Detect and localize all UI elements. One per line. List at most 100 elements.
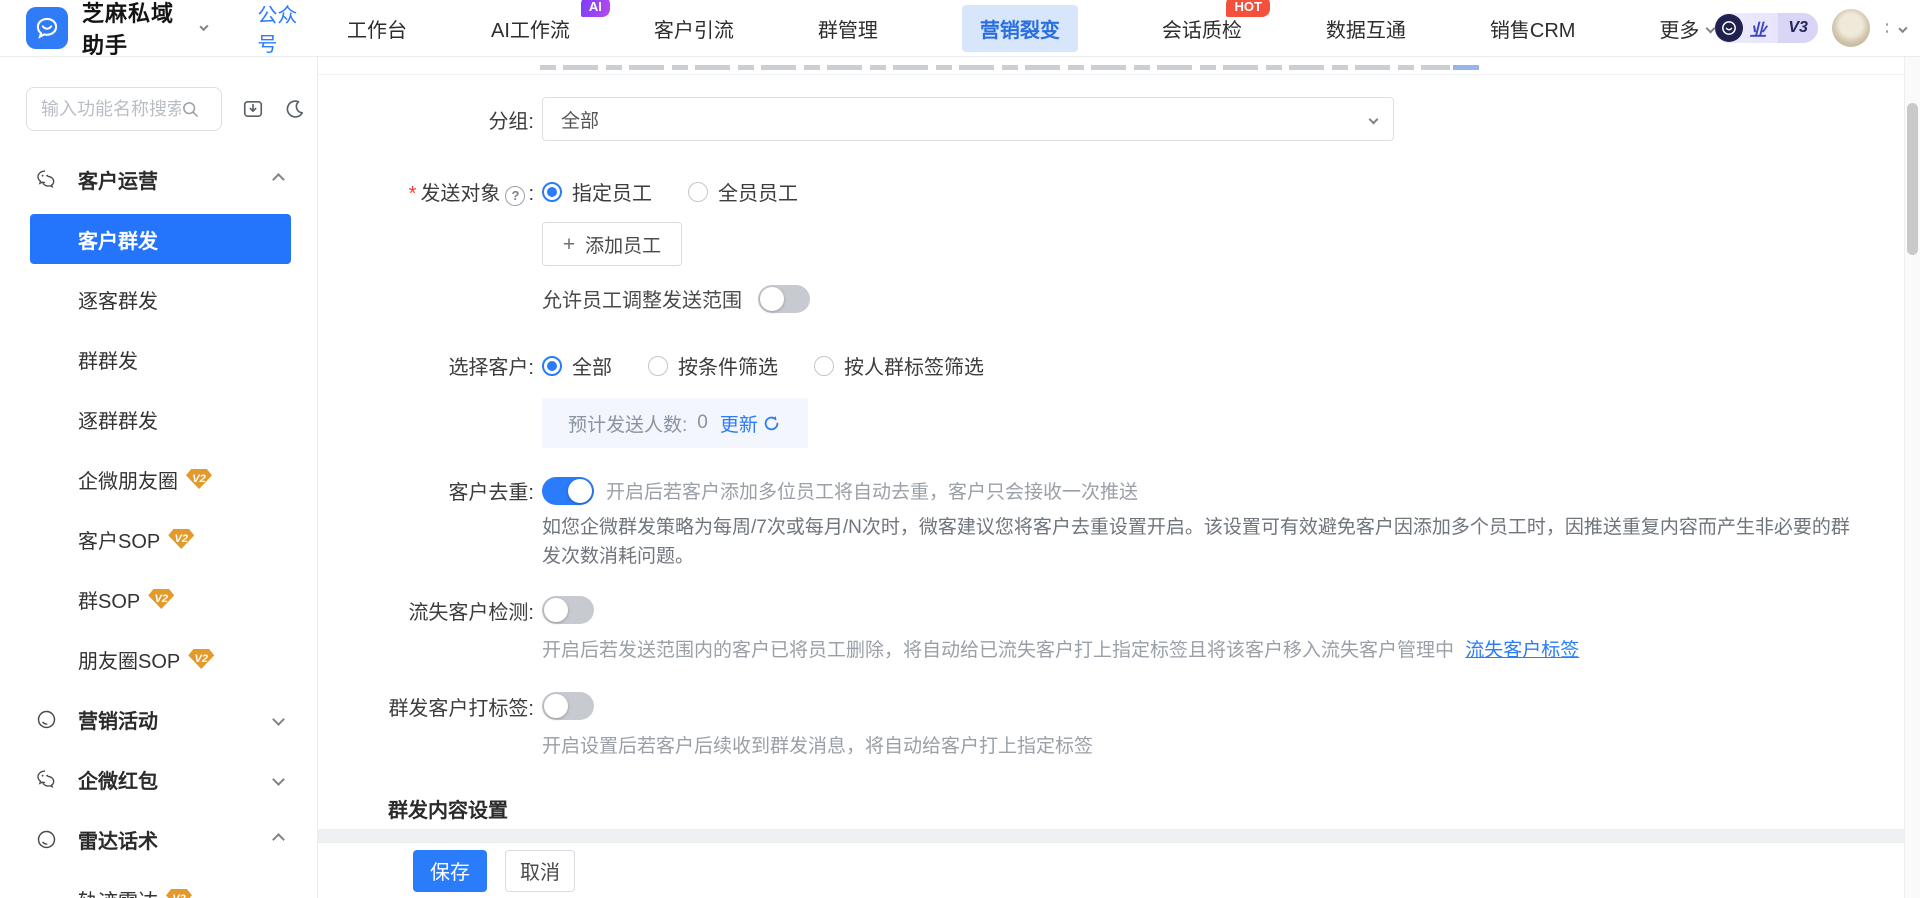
send-target-row: *发送对象: 指定员工 全员员工 bbox=[318, 177, 1920, 206]
estimate-box: 预计发送人数: 0 更新 bbox=[542, 398, 808, 448]
select-customer-row: 选择客户: 全部 按条件筛选 按人群标签筛选 bbox=[318, 351, 1920, 380]
radio-filter-by-condition[interactable]: 按条件筛选 bbox=[648, 351, 778, 380]
group-select[interactable]: 全部 bbox=[542, 97, 1394, 141]
plus-icon: + bbox=[562, 232, 576, 256]
tagging-hint: 开启设置后若客户后续收到群发消息，将自动给客户打上指定标签 bbox=[542, 735, 1094, 757]
sidebar-section-marketing-activities[interactable]: 营销活动 bbox=[0, 689, 317, 749]
section-caret-down-icon bbox=[272, 712, 285, 726]
account-chevron-down-icon[interactable] bbox=[1898, 23, 1908, 33]
nav-more[interactable]: 更多 bbox=[1659, 14, 1716, 43]
sidebar-item-wecom-moments[interactable]: 企微朋友圈 V2 bbox=[0, 449, 317, 509]
cancel-button[interactable]: 取消 bbox=[505, 849, 575, 892]
radio-label: 全部 bbox=[572, 357, 612, 379]
churned-customer-tag-link[interactable]: 流失客户标签 bbox=[1465, 640, 1579, 661]
sidebar-item-customer-sop[interactable]: 客户SOP V2 bbox=[0, 509, 317, 569]
radio-all-staff[interactable]: 全员员工 bbox=[688, 177, 798, 206]
nav-marketing-fission[interactable]: 营销裂变 bbox=[961, 4, 1078, 52]
refresh-estimate-button[interactable]: 更新 bbox=[720, 410, 781, 437]
sidebar-item-track-radar[interactable]: 轨迹雷达 V2 bbox=[0, 869, 317, 898]
radio-label: 按条件筛选 bbox=[678, 357, 778, 379]
v2-badge: V2 bbox=[186, 469, 212, 489]
dedupe-label: 客户去重: bbox=[448, 482, 534, 504]
sidebar-item-label: 朋友圈SOP bbox=[78, 650, 181, 673]
help-icon[interactable] bbox=[505, 185, 526, 206]
nav-group-management[interactable]: 群管理 bbox=[818, 14, 878, 43]
clipped-scrolled-text-row bbox=[318, 57, 1920, 74]
nav-sales-crm[interactable]: 销售CRM bbox=[1490, 14, 1576, 43]
tagging-toggle-off[interactable] bbox=[542, 692, 594, 721]
dedupe-row: 客户去重: 开启后若客户添加多位员工将自动去重，客户只会接收一次推送 bbox=[318, 476, 1920, 505]
search-input[interactable] bbox=[41, 98, 181, 120]
sidebar-item-label: 群群发 bbox=[78, 350, 138, 373]
brand-chevron-down-icon[interactable] bbox=[199, 21, 210, 31]
radio-filter-by-audience-tag[interactable]: 按人群标签筛选 bbox=[814, 351, 984, 380]
sidebar-item-label: 群SOP bbox=[78, 590, 141, 613]
scrollbar-thumb[interactable] bbox=[1907, 103, 1918, 255]
sidebar-item-label: 逐客群发 bbox=[78, 290, 158, 313]
sidebar-section-radar-scripts[interactable]: 雷达话术 bbox=[0, 809, 317, 869]
add-employee-button[interactable]: + 添加员工 bbox=[542, 222, 682, 266]
tagging-row: 群发客户打标签: bbox=[318, 692, 1920, 721]
wechat-chat-icon bbox=[36, 769, 60, 790]
section-caret-up-icon bbox=[272, 832, 285, 846]
churn-detect-toggle-off[interactable] bbox=[542, 596, 594, 625]
sidebar-item-per-group-send[interactable]: 逐群群发 bbox=[0, 389, 317, 449]
section-caret-down-icon bbox=[272, 772, 285, 786]
save-button[interactable]: 保存 bbox=[413, 849, 487, 892]
nav-session-qc-label: 会话质检 bbox=[1161, 19, 1242, 42]
add-employee-row: + 添加员工 bbox=[318, 206, 1920, 266]
radio-specified-staff[interactable]: 指定员工 bbox=[542, 177, 652, 206]
main-nav: 工作台 AI工作流 AI 客户引流 群管理 营销裂变 会话质检 HOT 数据互通… bbox=[347, 0, 1716, 52]
v2-badge: V2 bbox=[168, 529, 195, 549]
radio-unselected-icon bbox=[814, 355, 834, 376]
sidebar-section-wecom-red-packet[interactable]: 企微红包 bbox=[0, 749, 317, 809]
sidebar-item-group-sop[interactable]: 群SOP V2 bbox=[0, 569, 317, 629]
dedupe-toggle-on[interactable] bbox=[542, 476, 594, 505]
select-customer-label: 选择客户: bbox=[448, 357, 534, 379]
theme-moon-icon[interactable] bbox=[284, 98, 306, 120]
main-content: 分组: 全部 *发送对象: 指定员工 bbox=[318, 57, 1920, 898]
nav-session-qc[interactable]: 会话质检 HOT bbox=[1161, 0, 1270, 43]
refresh-label: 更新 bbox=[719, 414, 758, 436]
sidebar-item-label: 逐群群发 bbox=[78, 410, 158, 433]
radio-label: 按人群标签筛选 bbox=[844, 357, 984, 379]
refresh-icon bbox=[764, 415, 779, 430]
nav-ai-workflow-label: AI工作流 bbox=[490, 19, 570, 42]
sidebar-item-label: 企微朋友圈 bbox=[78, 470, 178, 493]
app-logo[interactable] bbox=[26, 7, 68, 49]
tagging-label: 群发客户打标签: bbox=[388, 697, 534, 720]
churn-detect-row: 流失客户检测: bbox=[318, 596, 1920, 625]
circle-activity-icon bbox=[36, 709, 60, 730]
edition-badge[interactable]: 企业版 V3 bbox=[1714, 13, 1818, 43]
sidebar-section-label: 雷达话术 bbox=[78, 830, 158, 853]
dedupe-note-row: 如您企微群发策略为每周/7次或每月/N次时，微客建议您将客户去重设置开启。该设置… bbox=[318, 505, 1920, 572]
nav-data-interop[interactable]: 数据互通 bbox=[1326, 14, 1406, 43]
sidebar-item-label: 客户SOP bbox=[78, 530, 161, 553]
select-chevron-down-icon bbox=[1368, 114, 1379, 124]
nav-customer-acquisition[interactable]: 客户引流 bbox=[654, 14, 734, 43]
footer-actions: 保存 取消 bbox=[318, 843, 1920, 898]
v2-badge: V2 bbox=[188, 649, 215, 669]
sidebar-section-customer-ops[interactable]: 客户运营 bbox=[0, 149, 317, 209]
avatar[interactable] bbox=[1831, 9, 1870, 47]
official-account-link[interactable]: 公众号 bbox=[257, 0, 305, 57]
send-target-label-text: 发送对象 bbox=[420, 183, 501, 205]
sidebar-item-moments-sop[interactable]: 朋友圈SOP V2 bbox=[0, 629, 317, 689]
edition-name: 企业版 bbox=[1749, 13, 1767, 40]
required-asterisk: * bbox=[408, 183, 417, 205]
nav-ai-workflow[interactable]: AI工作流 AI bbox=[490, 0, 610, 43]
sidebar-item-customer-mass-send[interactable]: 客户群发 bbox=[30, 214, 291, 264]
group-row: 分组: 全部 bbox=[318, 97, 1920, 141]
search-icon bbox=[183, 101, 198, 117]
radio-all-customers[interactable]: 全部 bbox=[542, 351, 612, 380]
sidebar-item-per-customer-send[interactable]: 逐客群发 bbox=[0, 269, 317, 329]
estimate-value: 0 bbox=[697, 412, 708, 433]
sidebar-item-group-send[interactable]: 群群发 bbox=[0, 329, 317, 389]
churn-detect-label: 流失客户检测: bbox=[408, 601, 534, 624]
v2-badge: V2 bbox=[166, 889, 192, 898]
chat-bubble-logo-icon bbox=[36, 17, 58, 39]
nav-workbench[interactable]: 工作台 bbox=[347, 14, 407, 43]
collapse-panel-icon[interactable] bbox=[242, 98, 264, 120]
allow-adjust-toggle-off[interactable] bbox=[758, 284, 810, 313]
dedupe-note: 如您企微群发策略为每周/7次或每月/N次时，微客建议您将客户去重设置开启。该设置… bbox=[542, 517, 1850, 568]
